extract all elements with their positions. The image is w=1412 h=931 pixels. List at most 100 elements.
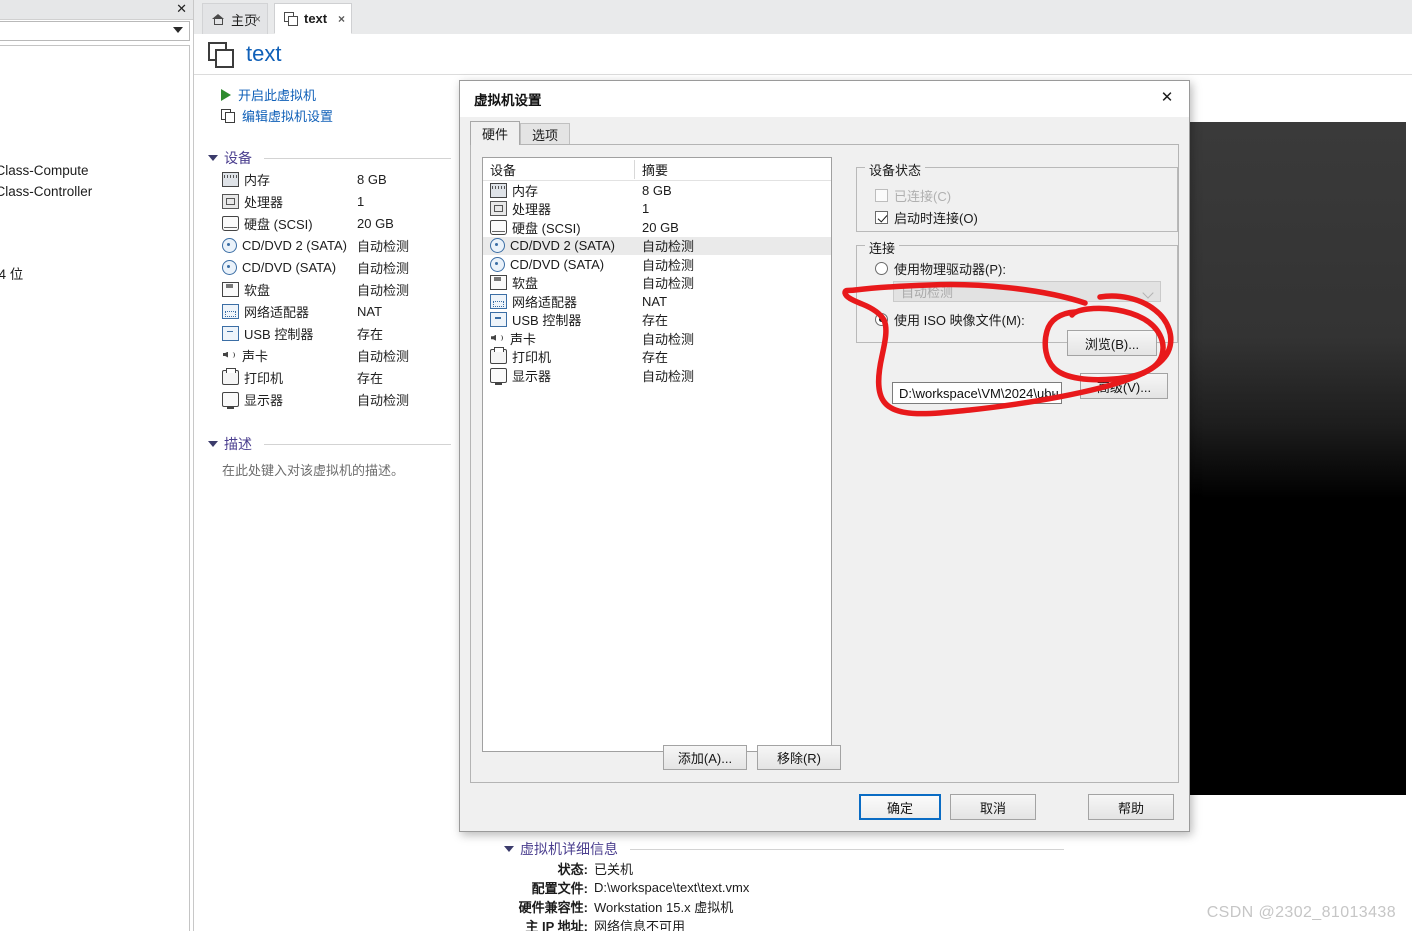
tab-hardware[interactable]: 硬件 — [470, 121, 521, 145]
advanced-button[interactable]: 高级(V)... — [1080, 373, 1168, 399]
hardware-row[interactable]: 处理器 1 — [483, 200, 831, 219]
device-row: CD/DVD 2 (SATA) 自动检测 — [208, 234, 451, 256]
use-iso-image-radio-row[interactable]: 使用 ISO 映像文件(M): — [875, 310, 1025, 329]
physical-drive-value: 自动检测 — [901, 285, 954, 300]
connected-checkbox-row: 已连接(C) — [875, 186, 951, 205]
use-physical-drive-radio-row[interactable]: 使用物理驱动器(P): — [875, 259, 1006, 278]
hardware-row[interactable]: 显示器 自动检测 — [483, 366, 831, 385]
iso-path-input[interactable]: D:\workspace\VM\2024\ubu — [892, 382, 1062, 404]
device-value: 自动检测 — [357, 282, 410, 298]
left-panel-fragment-controller: -Class-Controller — [0, 184, 93, 199]
device-value: 自动检测 — [357, 392, 410, 408]
vm-settings-dialog: 虚拟机设置 ✕ 硬件 选项 设备 摘要 内存 8 GB 处理器 1 硬盘 (SCSI) 2… — [459, 80, 1190, 832]
device-value: 自动检测 — [357, 260, 410, 276]
device-value: 自动检测 — [357, 238, 410, 254]
cd-icon — [222, 259, 237, 275]
tab-options[interactable]: 选项 — [520, 123, 571, 145]
use-iso-image-radio[interactable] — [875, 313, 888, 326]
device-value: 存在 — [357, 370, 384, 386]
device-status-title: 设备状态 — [865, 160, 926, 179]
hardware-device-name: USB 控制器 — [512, 313, 582, 329]
browse-button[interactable]: 浏览(B)... — [1067, 330, 1157, 356]
connect-at-power-on-row[interactable]: 启动时连接(O) — [875, 208, 978, 227]
close-icon[interactable]: ✕ — [1145, 81, 1189, 113]
description-section-header[interactable]: 描述 — [208, 434, 451, 454]
iso-path-value: D:\workspace\VM\2024\ubu — [899, 385, 1059, 401]
power-on-vm-link[interactable]: 开启此虚拟机 — [221, 84, 333, 105]
hardware-row[interactable]: 内存 8 GB — [483, 181, 831, 200]
hardware-row[interactable]: 软盘 自动检测 — [483, 274, 831, 293]
hardware-device-name: 硬盘 (SCSI) — [512, 220, 581, 236]
vm-detail-row: 硬件兼容性: Workstation 15.x 虚拟机 — [504, 897, 1064, 916]
hardware-device-summary: 存在 — [642, 313, 669, 329]
left-panel-dropdown[interactable] — [0, 21, 190, 41]
hardware-row[interactable]: 网络适配器 NAT — [483, 292, 831, 311]
close-icon[interactable]: ✕ — [176, 2, 187, 16]
description-placeholder[interactable]: 在此处键入对该虚拟机的描述。 — [208, 460, 451, 479]
hardware-device-name: 打印机 — [512, 350, 552, 366]
device-value: 20 GB — [357, 215, 394, 231]
cd-icon — [490, 256, 505, 272]
use-iso-image-label: 使用 ISO 映像文件(M): — [894, 313, 1025, 328]
device-name: 显示器 — [244, 392, 284, 408]
column-header-device: 设备 — [483, 159, 635, 179]
tab-home-close-icon[interactable]: × — [254, 13, 261, 25]
network-icon — [222, 303, 239, 319]
devices-list: 内存 8 GB 处理器 1 硬盘 (SCSI) 20 GB CD/DVD 2 (SATA) 自… — [208, 168, 451, 410]
edit-settings-icon — [221, 108, 236, 123]
device-name: 网络适配器 — [244, 304, 310, 320]
hardware-device-summary: 自动检测 — [642, 239, 695, 255]
sound-icon — [490, 332, 505, 345]
vm-detail-section-header[interactable]: 虚拟机详细信息 — [504, 839, 1064, 859]
tab-text[interactable]: text × — [274, 3, 352, 34]
device-name: CD/DVD 2 (SATA) — [242, 237, 347, 253]
cpu-icon — [222, 193, 239, 209]
connection-group: 连接 使用物理驱动器(P): 自动检测 使用 ISO 映像文件(M): — [856, 238, 1178, 343]
hardware-device-table[interactable]: 设备 摘要 内存 8 GB 处理器 1 硬盘 (SCSI) 20 GB CD/DVD 2 (… — [482, 157, 832, 752]
hardware-row[interactable]: CD/DVD 2 (SATA) 自动检测 — [483, 236, 831, 255]
use-physical-drive-radio[interactable] — [875, 262, 888, 275]
help-button[interactable]: 帮助 — [1088, 794, 1174, 820]
devices-section-header[interactable]: 设备 — [208, 148, 451, 168]
cpu-icon — [490, 201, 507, 217]
hardware-device-summary: 自动检测 — [642, 368, 695, 384]
dialog-body: 硬件 选项 设备 摘要 内存 8 GB 处理器 1 硬盘 (SCSI) 20 GB CD/D… — [460, 117, 1189, 831]
tab-home[interactable]: 主页 × — [202, 3, 268, 34]
hardware-device-summary: 20 GB — [642, 219, 679, 235]
monitor-icon — [222, 391, 239, 409]
hardware-row[interactable]: 硬盘 (SCSI) 20 GB — [483, 218, 831, 237]
page-title: text — [246, 41, 282, 66]
chevron-down-icon — [1142, 287, 1154, 299]
edit-vm-settings-link[interactable]: 编辑虚拟机设置 — [221, 105, 333, 126]
hardware-row[interactable]: 声卡 自动检测 — [483, 329, 831, 348]
vm-detail-row: 主 IP 地址: 网络信息不可用 — [504, 916, 1064, 931]
tab-strip: 主页 × text × — [194, 0, 1412, 35]
remove-device-button[interactable]: 移除(R) — [757, 745, 841, 770]
dialog-titlebar: 虚拟机设置 ✕ — [460, 81, 1189, 117]
hardware-row[interactable]: 打印机 存在 — [483, 347, 831, 367]
divider — [630, 848, 1064, 850]
cancel-button[interactable]: 取消 — [950, 794, 1036, 820]
hardware-row[interactable]: USB 控制器 存在 — [483, 311, 831, 330]
hardware-device-name: 显示器 — [512, 368, 552, 384]
device-row: 内存 8 GB — [208, 168, 451, 190]
hardware-device-name: CD/DVD 2 (SATA) — [510, 238, 615, 254]
left-panel-fragment-bits: 64 位 — [0, 267, 24, 282]
detail-key: 硬件兼容性: — [518, 900, 588, 915]
monitor-icon — [490, 367, 507, 385]
add-device-button[interactable]: 添加(A)... — [663, 745, 747, 770]
connect-at-power-on-checkbox[interactable] — [875, 211, 888, 224]
dialog-tabs: 硬件 选项 — [470, 121, 571, 145]
usb-icon — [490, 312, 507, 328]
chevron-down-icon — [208, 441, 218, 447]
vm-icon — [284, 12, 298, 26]
vm-detail-section: 虚拟机详细信息 状态: 已关机 配置文件: D:\workspace\text\tex… — [504, 839, 1064, 931]
hardware-row[interactable]: CD/DVD (SATA) 自动检测 — [483, 255, 831, 274]
device-name: 内存 — [244, 172, 271, 188]
device-value: 1 — [357, 193, 365, 209]
hardware-table-header: 设备 摘要 — [483, 158, 831, 181]
hardware-device-name: 内存 — [512, 183, 539, 199]
memory-icon — [490, 182, 507, 198]
tab-text-close-icon[interactable]: × — [338, 13, 345, 25]
ok-button[interactable]: 确定 — [859, 794, 941, 820]
